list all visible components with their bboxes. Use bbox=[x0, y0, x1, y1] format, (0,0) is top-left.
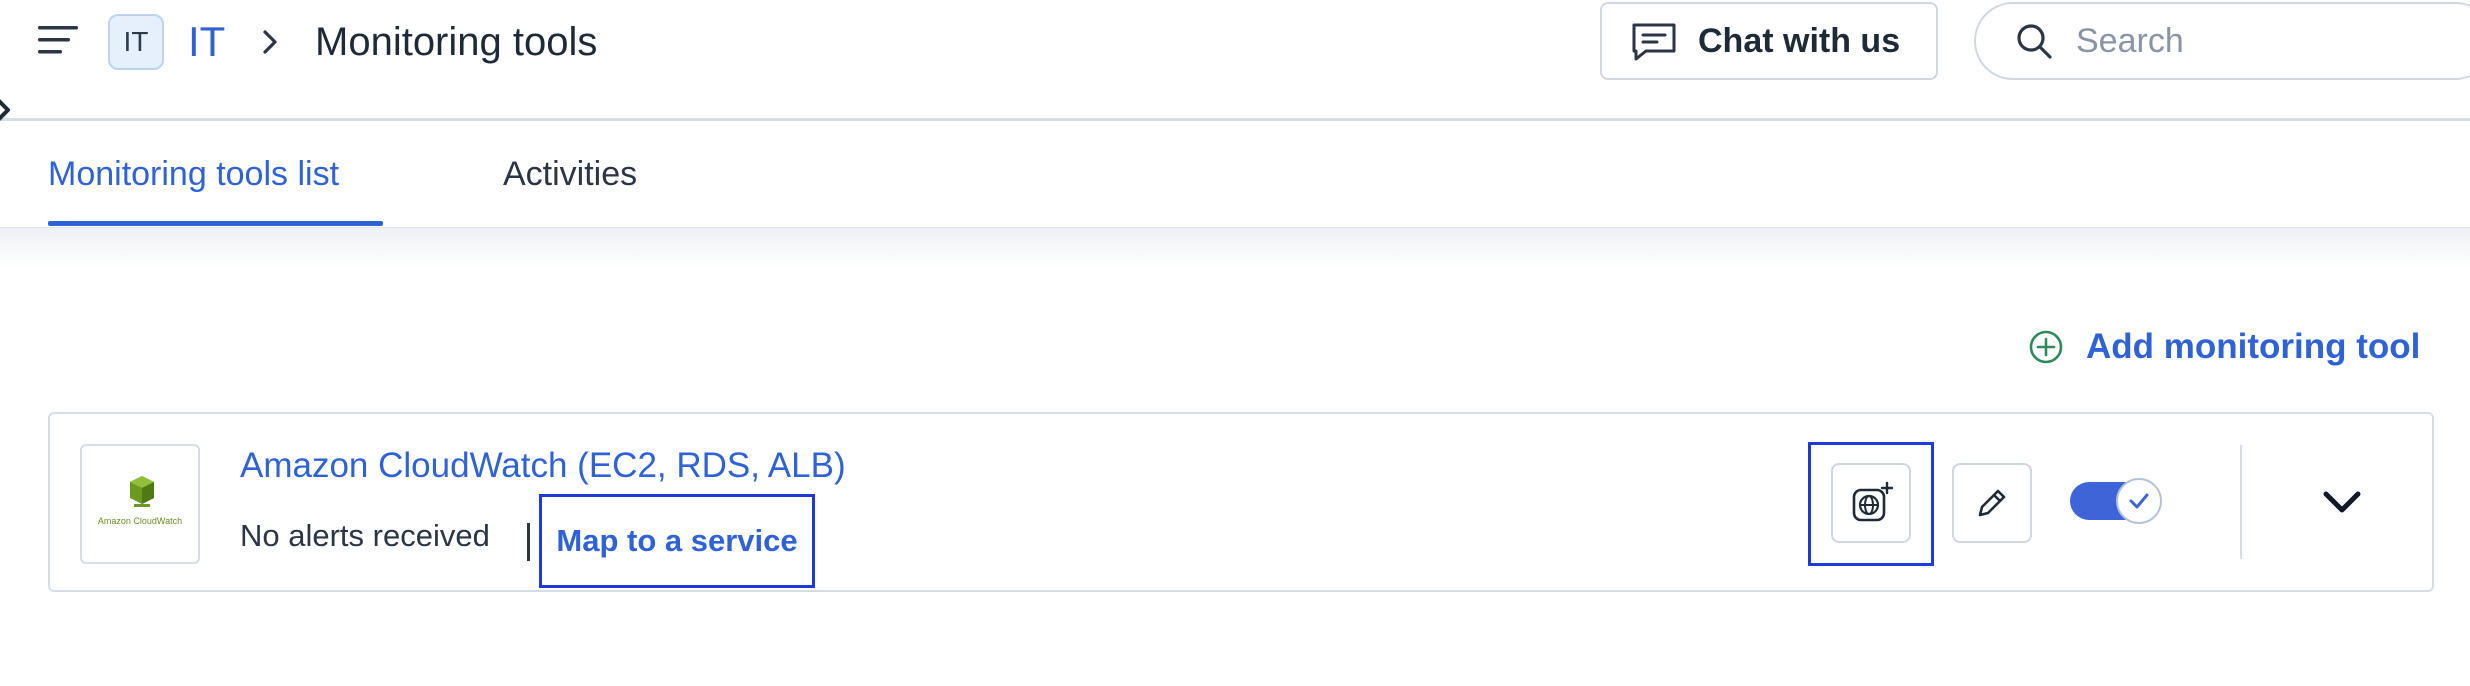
breadcrumb-workspace[interactable]: IT bbox=[188, 14, 225, 70]
map-service-button[interactable] bbox=[1831, 463, 1911, 543]
active-tab-indicator bbox=[48, 221, 383, 226]
tab-activities[interactable]: Activities bbox=[503, 121, 637, 227]
tool-logo: Amazon CloudWatch bbox=[80, 444, 200, 564]
tool-name-link[interactable]: Amazon CloudWatch (EC2, RDS, ALB) bbox=[240, 446, 846, 486]
workspace-badge[interactable]: IT bbox=[108, 14, 164, 70]
pencil-icon bbox=[1978, 489, 2006, 517]
tool-logo-caption: Amazon CloudWatch bbox=[97, 516, 183, 526]
chevron-down-icon[interactable] bbox=[2320, 482, 2364, 522]
status-divider bbox=[527, 523, 530, 561]
tab-bar: Monitoring tools list Activities bbox=[0, 121, 2470, 229]
chevron-right-icon bbox=[263, 30, 277, 54]
check-icon bbox=[2129, 493, 2149, 509]
search-input[interactable] bbox=[2074, 20, 2378, 62]
map-to-service-link[interactable]: Map to a service bbox=[539, 494, 815, 588]
add-monitoring-tool-label: Add monitoring tool bbox=[2086, 327, 2421, 366]
tool-alert-status: No alerts received bbox=[240, 518, 490, 553]
tab-monitoring-tools-list[interactable]: Monitoring tools list bbox=[48, 121, 339, 227]
card-action-divider bbox=[2240, 445, 2242, 559]
plus-circle-icon bbox=[2029, 330, 2063, 364]
page-title: Monitoring tools bbox=[315, 20, 598, 64]
cloudwatch-logo-icon bbox=[130, 476, 154, 507]
chat-bubble-icon bbox=[1632, 23, 1676, 61]
search-box[interactable] bbox=[1974, 2, 2470, 80]
toggle-knob bbox=[2116, 478, 2162, 524]
add-monitoring-tool-button[interactable]: Add monitoring tool bbox=[2028, 322, 2420, 372]
tab-bar-shadow bbox=[0, 228, 2470, 268]
search-icon bbox=[2017, 24, 2052, 59]
edit-tool-button[interactable] bbox=[1952, 463, 2032, 543]
hamburger-menu-icon[interactable] bbox=[36, 22, 80, 58]
tool-enabled-toggle[interactable] bbox=[2070, 478, 2162, 524]
globe-plus-icon bbox=[1852, 481, 1893, 522]
chat-button-label: Chat with us bbox=[1698, 21, 1901, 60]
chat-with-us-button[interactable]: Chat with us bbox=[1600, 2, 1938, 80]
